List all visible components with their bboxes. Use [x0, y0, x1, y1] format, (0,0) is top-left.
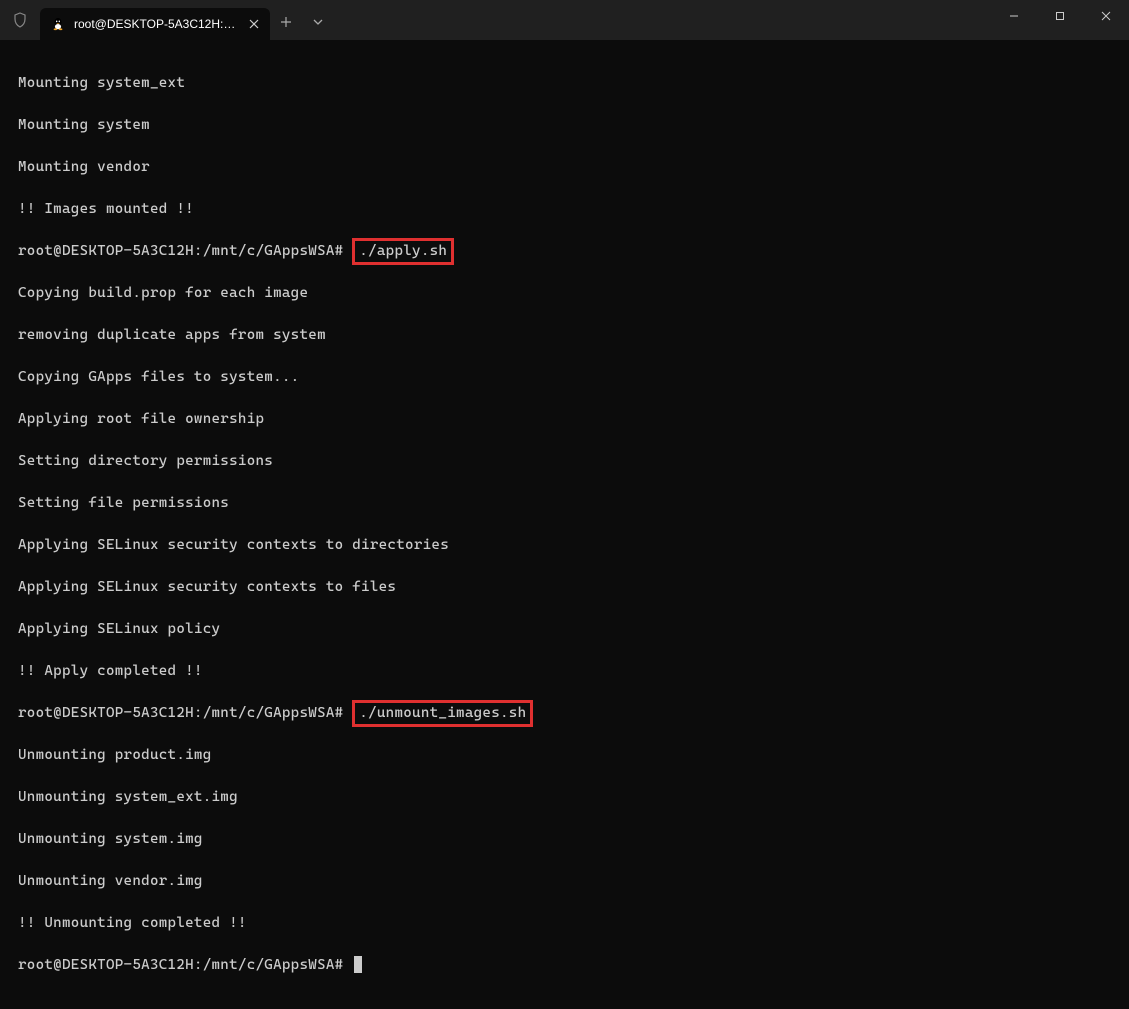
- output-line: Copying build.prop for each image: [18, 283, 1111, 304]
- titlebar-left: root@DESKTOP-5A3C12H: /mnt: [0, 0, 334, 40]
- close-button[interactable]: [1083, 0, 1129, 32]
- prompt-line: root@DESKTOP-5A3C12H:/mnt/c/GAppsWSA# ./…: [18, 703, 1111, 724]
- output-line: !! Unmounting completed !!: [18, 913, 1111, 934]
- new-tab-button[interactable]: [270, 6, 302, 38]
- output-line: !! Apply completed !!: [18, 661, 1111, 682]
- terminal-output[interactable]: Mounting system_ext Mounting system Moun…: [0, 40, 1129, 1009]
- terminal-cursor: [354, 956, 362, 973]
- output-line: Mounting vendor: [18, 157, 1111, 178]
- active-tab[interactable]: root@DESKTOP-5A3C12H: /mnt: [40, 8, 270, 40]
- output-line: Setting directory permissions: [18, 451, 1111, 472]
- output-line: !! Images mounted !!: [18, 199, 1111, 220]
- minimize-button[interactable]: [991, 0, 1037, 32]
- prompt-prefix: root@DESKTOP-5A3C12H:/mnt/c/GAppsWSA#: [18, 243, 343, 259]
- output-line: Unmounting product.img: [18, 745, 1111, 766]
- output-line: Mounting system: [18, 115, 1111, 136]
- shield-icon: [0, 12, 40, 28]
- maximize-button[interactable]: [1037, 0, 1083, 32]
- output-line: Mounting system_ext: [18, 73, 1111, 94]
- tab-close-button[interactable]: [246, 16, 262, 32]
- highlighted-command: ./unmount_images.sh: [352, 700, 533, 727]
- output-line: Applying root file ownership: [18, 409, 1111, 430]
- prompt-prefix: root@DESKTOP-5A3C12H:/mnt/c/GAppsWSA#: [18, 957, 343, 973]
- output-line: Applying SELinux policy: [18, 619, 1111, 640]
- tux-icon: [50, 16, 66, 32]
- highlighted-command: ./apply.sh: [352, 238, 454, 265]
- output-line: Unmounting system_ext.img: [18, 787, 1111, 808]
- titlebar: root@DESKTOP-5A3C12H: /mnt: [0, 0, 1129, 40]
- output-line: removing duplicate apps from system: [18, 325, 1111, 346]
- output-line: Unmounting vendor.img: [18, 871, 1111, 892]
- prompt-prefix: root@DESKTOP-5A3C12H:/mnt/c/GAppsWSA#: [18, 705, 343, 721]
- window-controls: [991, 0, 1129, 40]
- tab-title: root@DESKTOP-5A3C12H: /mnt: [74, 17, 238, 31]
- output-line: Setting file permissions: [18, 493, 1111, 514]
- prompt-line: root@DESKTOP-5A3C12H:/mnt/c/GAppsWSA# ./…: [18, 241, 1111, 262]
- output-line: Unmounting system.img: [18, 829, 1111, 850]
- tab-dropdown-button[interactable]: [302, 6, 334, 38]
- output-line: Applying SELinux security contexts to di…: [18, 535, 1111, 556]
- prompt-line: root@DESKTOP-5A3C12H:/mnt/c/GAppsWSA#: [18, 955, 1111, 976]
- output-line: Applying SELinux security contexts to fi…: [18, 577, 1111, 598]
- output-line: Copying GApps files to system...: [18, 367, 1111, 388]
